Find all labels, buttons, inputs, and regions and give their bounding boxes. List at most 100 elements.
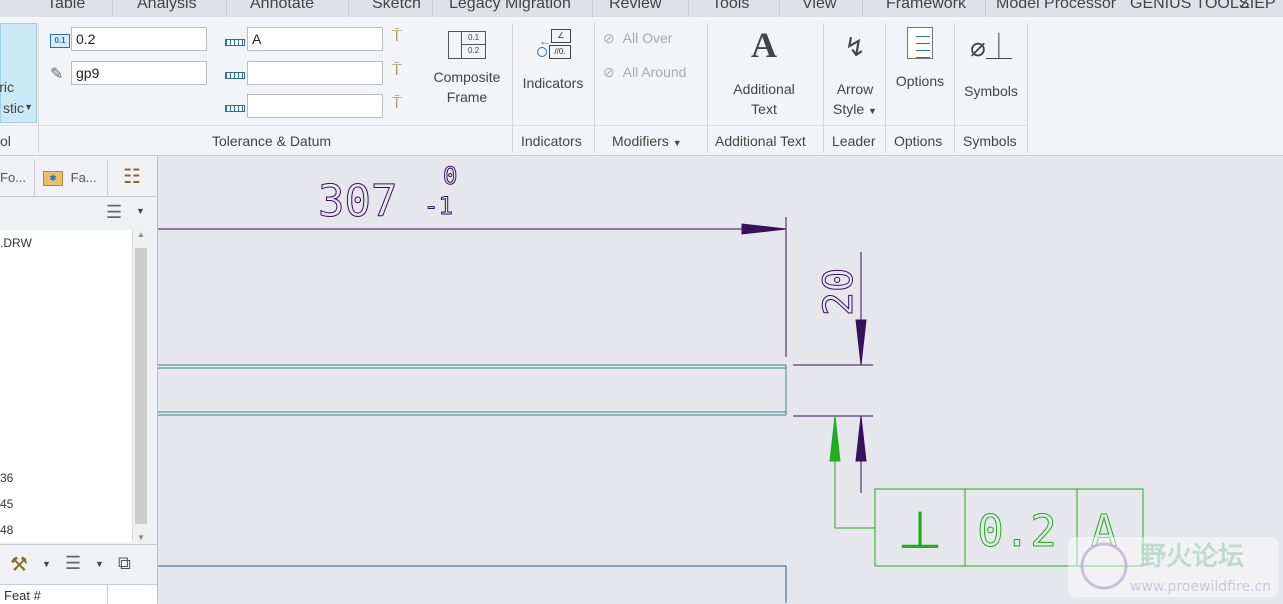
- tree-scrollbar[interactable]: ▲ ▼: [132, 230, 149, 542]
- group-label-symbol: ol: [0, 133, 11, 149]
- gtol-value: 0.2: [977, 506, 1056, 557]
- tab-model-processor[interactable]: Model Processor: [996, 0, 1116, 13]
- tab-analysis[interactable]: Analysis: [137, 0, 197, 13]
- feat-number-column-header[interactable]: Feat #: [4, 588, 41, 603]
- all-over-button[interactable]: ⊘ All Over: [603, 30, 672, 47]
- datum-reference-icon: [225, 105, 245, 112]
- primary-datum-field[interactable]: A: [247, 27, 383, 51]
- modifiers-dropdown[interactable]: Modifiers ▼: [612, 133, 682, 149]
- tab-genius-tools[interactable]: GENIUS TOOLS: [1130, 0, 1249, 13]
- additional-text-button[interactable]: A Additional Text: [714, 25, 814, 119]
- all-around-button[interactable]: ⊘ All Around: [603, 64, 686, 81]
- symbols-button[interactable]: ⌀⏊ Symbols: [958, 25, 1024, 101]
- folder-browser-tab[interactable]: Fo...: [0, 160, 35, 196]
- tab-divider: [862, 0, 863, 17]
- datum-select-icon[interactable]: ⍑: [392, 62, 402, 80]
- additional-text-label-2: Text: [751, 101, 777, 117]
- dimension-arrowhead: [855, 319, 867, 366]
- group-label-options: Options: [894, 133, 943, 149]
- scrollbar-thumb[interactable]: [135, 248, 147, 524]
- all-around-icon: ⊘: [603, 64, 615, 80]
- list-item[interactable]: 45: [0, 497, 13, 511]
- geometric-characteristic-button[interactable]: ric stic ▼: [0, 23, 37, 123]
- model-tree-tab-icon[interactable]: ☷: [112, 164, 152, 192]
- arrow-style-button[interactable]: ↯ Arrow Style ▼: [826, 25, 884, 121]
- chevron-down-icon[interactable]: ▼: [136, 206, 145, 216]
- perpendicularity-symbol: ⊥: [897, 501, 942, 561]
- tab-divider: [112, 0, 113, 17]
- geometric-characteristic-label-2: stic: [3, 100, 24, 116]
- group-label-leader: Leader: [832, 133, 876, 149]
- composite-frame-icon: 0.1 0.2: [448, 31, 486, 59]
- tree-settings-icon[interactable]: ☰: [106, 202, 122, 223]
- arrow-style-label-2: Style: [833, 101, 865, 117]
- all-around-label: All Around: [622, 64, 687, 80]
- favorites-folder-icon: ✱: [43, 171, 63, 187]
- tab-ziep[interactable]: ZIEP: [1240, 0, 1276, 13]
- horizontal-dimension[interactable]: [158, 217, 787, 357]
- show-hide-icon[interactable]: ⧉: [118, 553, 131, 574]
- tab-divider: [226, 0, 227, 17]
- hammer-tools-icon[interactable]: ⚒: [10, 552, 28, 577]
- tab-tools[interactable]: Tools: [712, 0, 749, 13]
- ribbon-tab-bar: Table Analysis Annotate Sketch Legacy Mi…: [0, 0, 1283, 17]
- panel-divider: [0, 544, 157, 545]
- chevron-down-icon: ▼: [672, 138, 682, 148]
- group-divider: [954, 23, 955, 153]
- list-item[interactable]: .DRW: [0, 236, 32, 250]
- group-divider: [707, 23, 708, 153]
- gtol-leader: [829, 415, 875, 529]
- ribbon: ric stic ▼ ol 0.1 0.2 ✎ gp9 A ⍑ ⍑ ⍑ 0.1 …: [0, 17, 1283, 156]
- part-edges: [158, 364, 787, 416]
- column-header-row: Feat #: [0, 584, 157, 604]
- chevron-down-icon[interactable]: ▼: [42, 559, 51, 569]
- tolerance-value-field[interactable]: 0.2: [71, 27, 207, 51]
- list-item[interactable]: 36: [0, 471, 13, 485]
- options-label: Options: [895, 73, 945, 89]
- composite-frame-button[interactable]: 0.1 0.2 Composite Frame: [424, 31, 510, 107]
- indicators-icon: ← ∠ //0.: [535, 27, 571, 61]
- secondary-datum-field[interactable]: [247, 61, 383, 85]
- tab-table[interactable]: Table: [47, 0, 85, 13]
- favorites-tab[interactable]: ✱ Fa...: [35, 160, 108, 196]
- vertical-dimension-value[interactable]: 20: [816, 267, 863, 316]
- scroll-up-icon[interactable]: ▲: [133, 230, 149, 239]
- tab-legacy-migration[interactable]: Legacy Migration: [449, 0, 571, 13]
- tertiary-datum-field[interactable]: [247, 94, 383, 118]
- favorites-label: Fa...: [70, 170, 97, 185]
- geometric-characteristic-label-1: ric: [0, 79, 14, 95]
- tab-divider: [779, 0, 780, 17]
- fit-value-field[interactable]: gp9: [71, 61, 207, 85]
- scroll-down-icon[interactable]: ▼: [133, 533, 149, 542]
- tab-annotate[interactable]: Annotate: [250, 0, 314, 13]
- composite-frame-label-2: Frame: [446, 89, 488, 105]
- list-item[interactable]: 48: [0, 523, 13, 537]
- tab-divider: [688, 0, 689, 17]
- datum-select-icon[interactable]: ⍑: [392, 95, 402, 113]
- datum-select-icon[interactable]: ⍑: [392, 28, 402, 46]
- folder-browser-label: Fo...: [0, 170, 27, 185]
- indicators-button[interactable]: ← ∠ //0. Indicators: [515, 27, 591, 93]
- group-divider: [1027, 23, 1028, 153]
- indicators-label: Indicators: [522, 75, 584, 91]
- watermark-title: 野火论坛: [1140, 542, 1244, 572]
- list-settings-icon[interactable]: ☰: [65, 553, 81, 574]
- lower-tolerance[interactable]: -1: [424, 192, 454, 221]
- options-button[interactable]: Options: [889, 27, 951, 91]
- chevron-down-icon: ▼: [868, 106, 877, 116]
- drawing-canvas[interactable]: 307 0 -1 20 ⊥ 0.2 A 野火论坛 www.proewildfir…: [158, 156, 1283, 603]
- symbols-icon: ⌀⏊: [970, 32, 1012, 62]
- gtol-arrowhead: [829, 415, 841, 462]
- upper-tolerance[interactable]: 0: [443, 162, 458, 191]
- tab-sketch[interactable]: Sketch: [372, 0, 421, 13]
- dimension-value[interactable]: 307: [318, 176, 398, 228]
- arrow-style-icon: ↯: [844, 32, 866, 62]
- group-divider: [38, 23, 39, 153]
- tab-review[interactable]: Review: [609, 0, 661, 13]
- panel-tab-strip: Fo... ✱ Fa... ☷: [0, 160, 157, 197]
- tab-view[interactable]: View: [802, 0, 836, 13]
- dimension-arrowhead: [741, 223, 787, 235]
- tab-framework[interactable]: Framework: [886, 0, 966, 13]
- chevron-down-icon[interactable]: ▼: [95, 559, 104, 569]
- additional-text-label-1: Additional: [733, 81, 795, 97]
